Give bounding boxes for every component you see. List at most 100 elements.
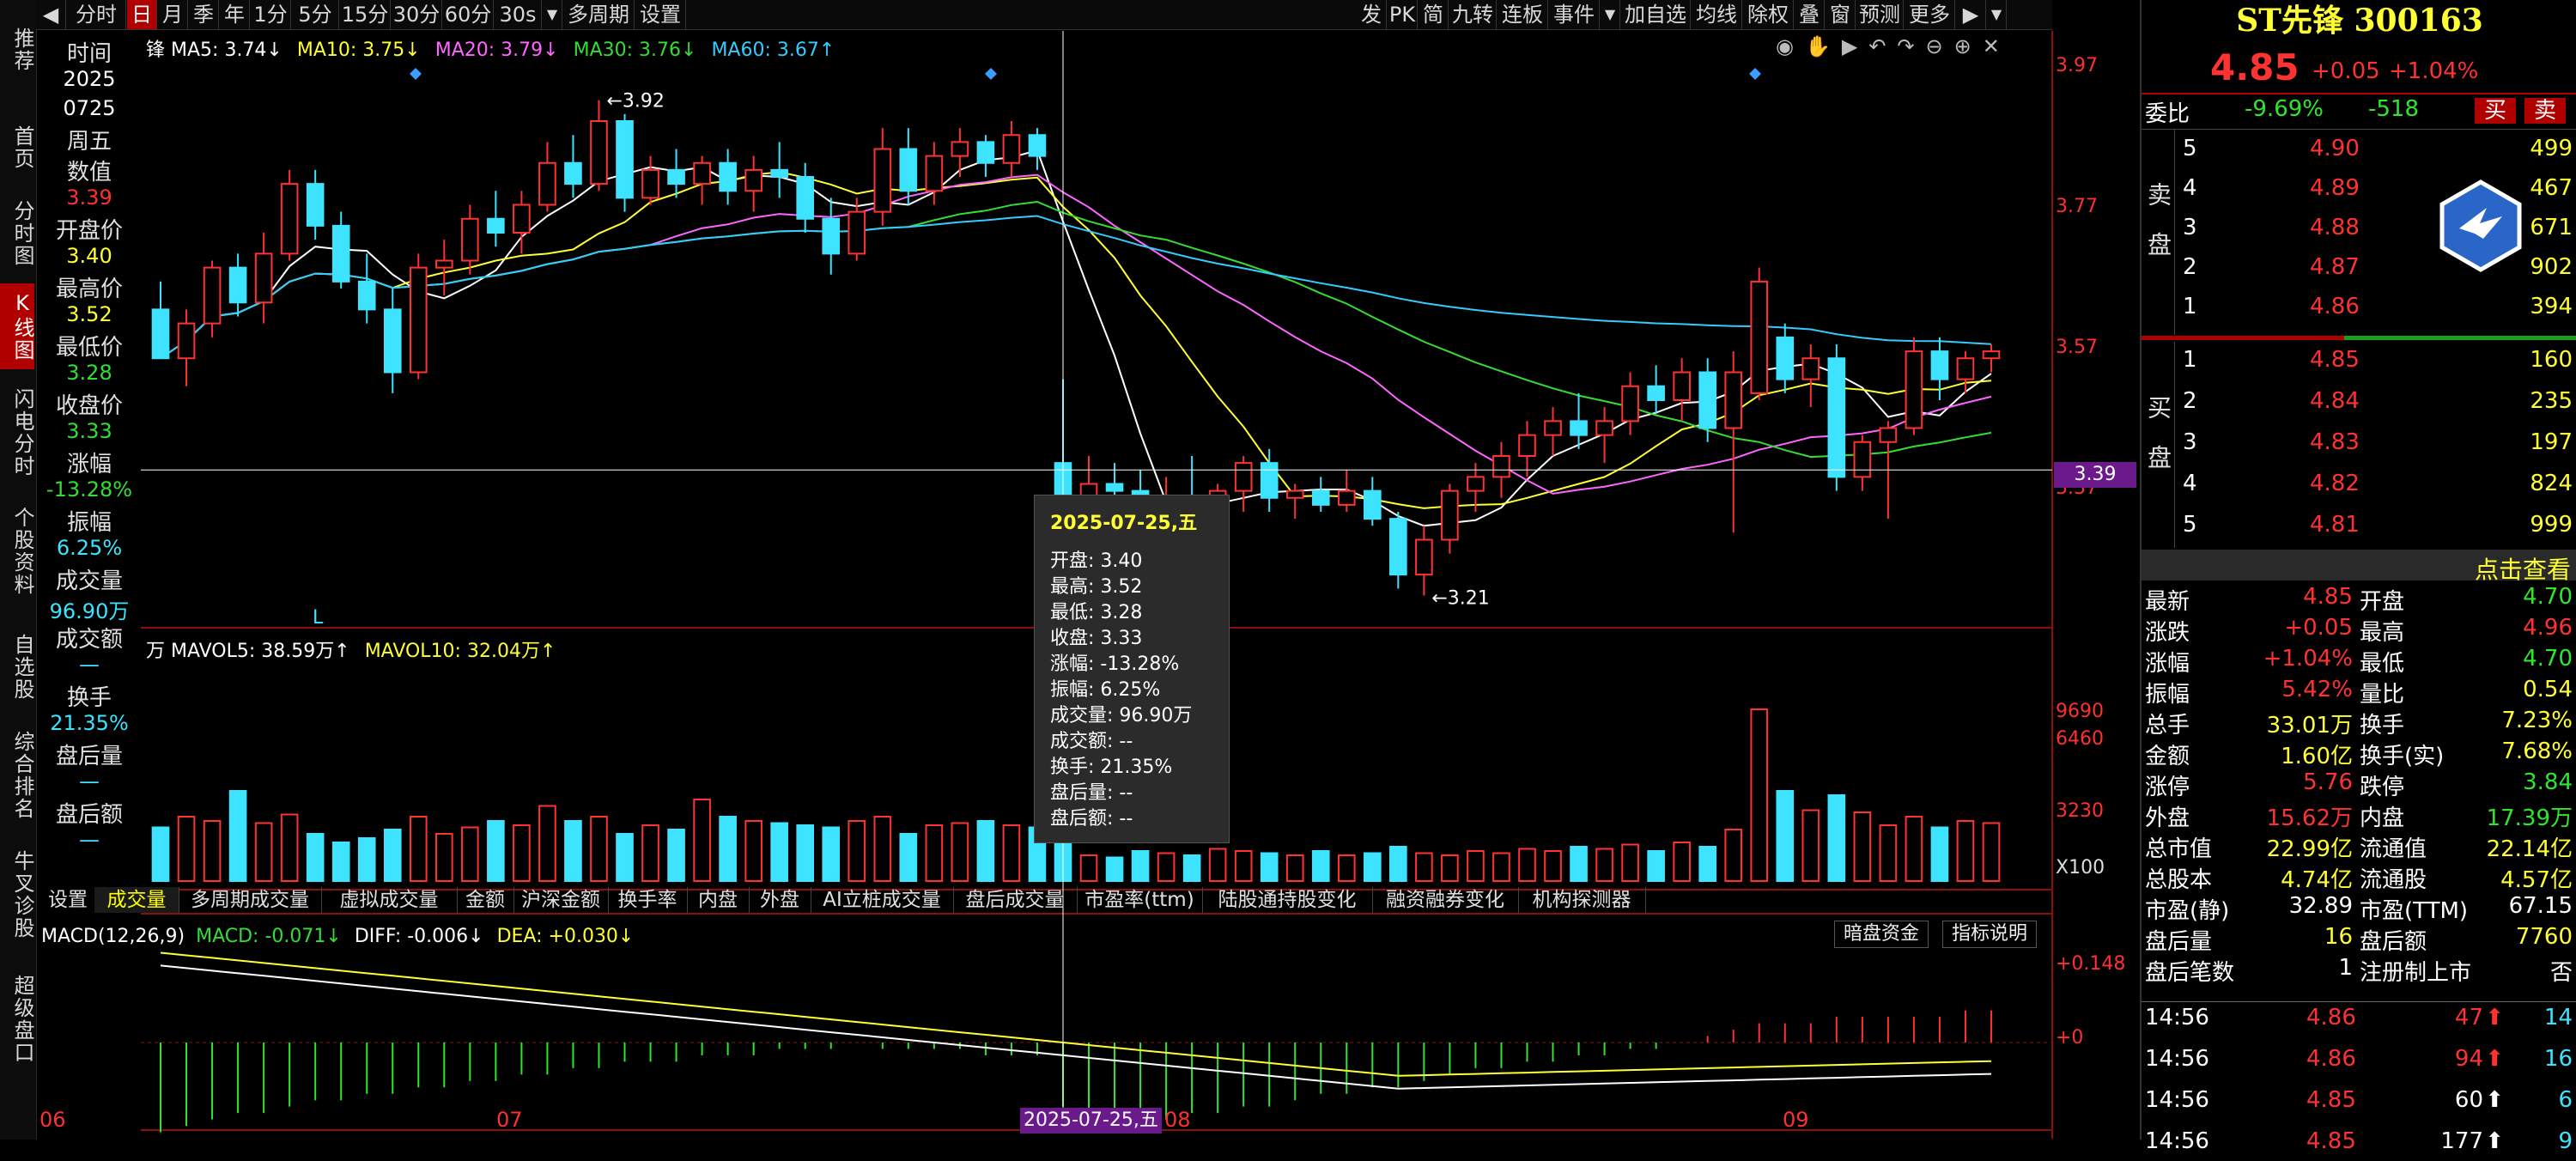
time-label: 时间 xyxy=(66,41,112,67)
indicator-tab[interactable]: 成交量 xyxy=(94,887,179,913)
stat-label: 换手(实) xyxy=(2360,744,2445,769)
bid-level[interactable]: 1 4.85 160 xyxy=(2142,347,2576,380)
left-nav-item[interactable]: 牛叉诊股 xyxy=(0,836,34,953)
indicator-tab[interactable]: 外盘 xyxy=(749,887,811,913)
value-label: 数值 xyxy=(66,160,112,185)
candle-body xyxy=(822,217,841,255)
left-nav-item[interactable]: 个股资料 xyxy=(0,493,34,610)
indicator-tab[interactable]: 沪深金额 xyxy=(513,887,609,913)
period-tab[interactable]: 30分 xyxy=(392,0,442,29)
indicator-tab[interactable]: 虚拟成交量 xyxy=(321,887,458,913)
ask-level[interactable]: 1 4.86 394 xyxy=(2142,294,2576,326)
left-nav-item[interactable]: 综合排名 xyxy=(0,725,34,826)
toolbar-button[interactable]: PK xyxy=(1388,0,1418,29)
period-tab[interactable]: 设置 xyxy=(635,0,686,29)
period-tab[interactable]: 月 xyxy=(158,0,188,29)
period-tab[interactable]: 日 xyxy=(127,0,157,29)
buy-button[interactable]: 买 xyxy=(2475,98,2516,124)
expand-icon[interactable]: ▶ xyxy=(1956,0,1986,29)
zoom-in-icon[interactable]: ⊕ xyxy=(1954,34,1983,58)
close-icon[interactable]: ✕ xyxy=(1983,34,2011,58)
toolbar-button[interactable]: 九转 xyxy=(1449,0,1497,29)
ask-level-no: 4 xyxy=(2183,175,2197,201)
event-diamond-icon xyxy=(410,68,422,80)
indicator-tab[interactable]: 换手率 xyxy=(608,887,688,913)
indicator-tab[interactable]: 机构探测器 xyxy=(1518,887,1646,913)
period-tab[interactable]: 季 xyxy=(189,0,219,29)
volume-bar xyxy=(280,813,299,882)
toolbar-button[interactable]: 除权 xyxy=(1743,0,1794,29)
bid-level[interactable]: 4 4.82 824 xyxy=(2142,471,2576,503)
volume-bar xyxy=(744,820,762,882)
toolbar-button[interactable]: 叠 xyxy=(1795,0,1825,29)
toolbar-button[interactable]: 加自选 xyxy=(1621,0,1691,29)
play-icon[interactable]: ▶ xyxy=(1842,34,1868,58)
indicator-tab[interactable]: 金额 xyxy=(457,887,514,913)
period-tab[interactable]: 30s xyxy=(495,0,542,29)
eye-icon[interactable]: ◉ xyxy=(1776,34,1805,58)
dropdown-icon[interactable]: ▼ xyxy=(543,0,562,29)
left-nav-item[interactable]: 超级盘口 xyxy=(0,963,34,1075)
dropdown-icon[interactable]: ▼ xyxy=(1601,0,1620,29)
period-tab[interactable]: 分时 xyxy=(67,0,126,29)
dropdown-icon[interactable]: ▼ xyxy=(1987,0,2007,29)
after-vol-label: 盘后量 xyxy=(55,744,123,769)
toolbar-button[interactable]: 均线 xyxy=(1692,0,1742,29)
toolbar-button[interactable]: 窗 xyxy=(1826,0,1856,29)
price-axis-label: 3.97 xyxy=(2056,55,2098,76)
volume-bar xyxy=(873,816,892,882)
hand-icon[interactable]: ✋ xyxy=(1805,34,1842,58)
candle-body xyxy=(719,161,737,192)
indicator-tab[interactable]: 内盘 xyxy=(687,887,750,913)
redo-icon[interactable]: ↷ xyxy=(1897,34,1925,58)
left-nav-item[interactable]: 闪电分时 xyxy=(0,383,34,483)
left-nav-item[interactable]: 首页 xyxy=(0,112,34,184)
period-tab[interactable]: 1分 xyxy=(251,0,291,29)
toolbar-button[interactable]: 更多 xyxy=(1905,0,1955,29)
toolbar-button[interactable]: 简 xyxy=(1419,0,1449,29)
candle-body xyxy=(1415,538,1433,576)
indicator-help-button[interactable]: 指标说明 xyxy=(1942,921,2038,948)
period-tab[interactable]: 5分 xyxy=(292,0,339,29)
volume-bar xyxy=(1285,854,1304,882)
ask-level[interactable]: 5 4.90 499 xyxy=(2142,136,2576,168)
sell-button[interactable]: 卖 xyxy=(2524,98,2566,124)
collapse-icon[interactable]: ◀ xyxy=(36,0,66,29)
click-to-view-link[interactable]: 点击查看 xyxy=(2475,551,2571,586)
left-nav-item[interactable]: 自选股 xyxy=(0,620,34,714)
indicator-tab[interactable]: 陆股通持股变化 xyxy=(1202,887,1373,913)
left-nav-item[interactable]: 分时图 xyxy=(0,192,34,275)
stat-label: 涨停 xyxy=(2145,775,2190,800)
bid-level[interactable]: 5 4.81 999 xyxy=(2142,512,2576,544)
candle-body xyxy=(1956,357,1975,380)
volume-bar xyxy=(667,829,685,882)
candle-tooltip: 2025-07-25,五 开盘: 3.40 最高: 3.52 最低: 3.28 收盘:… xyxy=(1034,495,1230,843)
tooltip-row: 涨幅: -13.28% xyxy=(1050,653,1180,675)
indicator-tab[interactable]: 市盈率(ttm) xyxy=(1077,887,1203,913)
period-tab[interactable]: 15分 xyxy=(340,0,391,29)
left-nav-item[interactable]: 推荐 xyxy=(0,0,34,100)
period-tab[interactable]: 年 xyxy=(220,0,250,29)
bid-level[interactable]: 2 4.84 235 xyxy=(2142,388,2576,421)
toolbar-button[interactable]: 发 xyxy=(1357,0,1387,29)
indicator-tab[interactable]: AI立桩成交量 xyxy=(811,887,954,913)
indicator-tab[interactable]: 盘后成交量 xyxy=(953,887,1078,913)
stat-label: 总手 xyxy=(2145,713,2190,739)
toolbar-button[interactable]: 预测 xyxy=(1856,0,1904,29)
bid-level[interactable]: 3 4.83 197 xyxy=(2142,429,2576,462)
dark-pool-button[interactable]: 暗盘资金 xyxy=(1834,921,1929,948)
stat-value: 33.01万 xyxy=(2266,713,2353,739)
stat-value: 4.70 xyxy=(2523,646,2573,672)
indicator-tab[interactable]: 设置 xyxy=(41,887,95,913)
indicator-tab[interactable]: 多周期成交量 xyxy=(179,887,322,913)
candle-body xyxy=(280,183,299,255)
toolbar-button[interactable]: 连板 xyxy=(1498,0,1548,29)
undo-icon[interactable]: ↶ xyxy=(1868,34,1897,58)
left-nav-item[interactable]: K线图 xyxy=(0,283,34,369)
period-tab[interactable]: 60分 xyxy=(443,0,494,29)
toolbar-button[interactable]: 事件 xyxy=(1549,0,1600,29)
indicator-tab[interactable]: 融资融券变化 xyxy=(1372,887,1519,913)
tooltip-row: 开盘: 3.40 xyxy=(1050,550,1143,572)
period-tab[interactable]: 多周期 xyxy=(563,0,635,29)
zoom-out-icon[interactable]: ⊖ xyxy=(1926,34,1954,58)
